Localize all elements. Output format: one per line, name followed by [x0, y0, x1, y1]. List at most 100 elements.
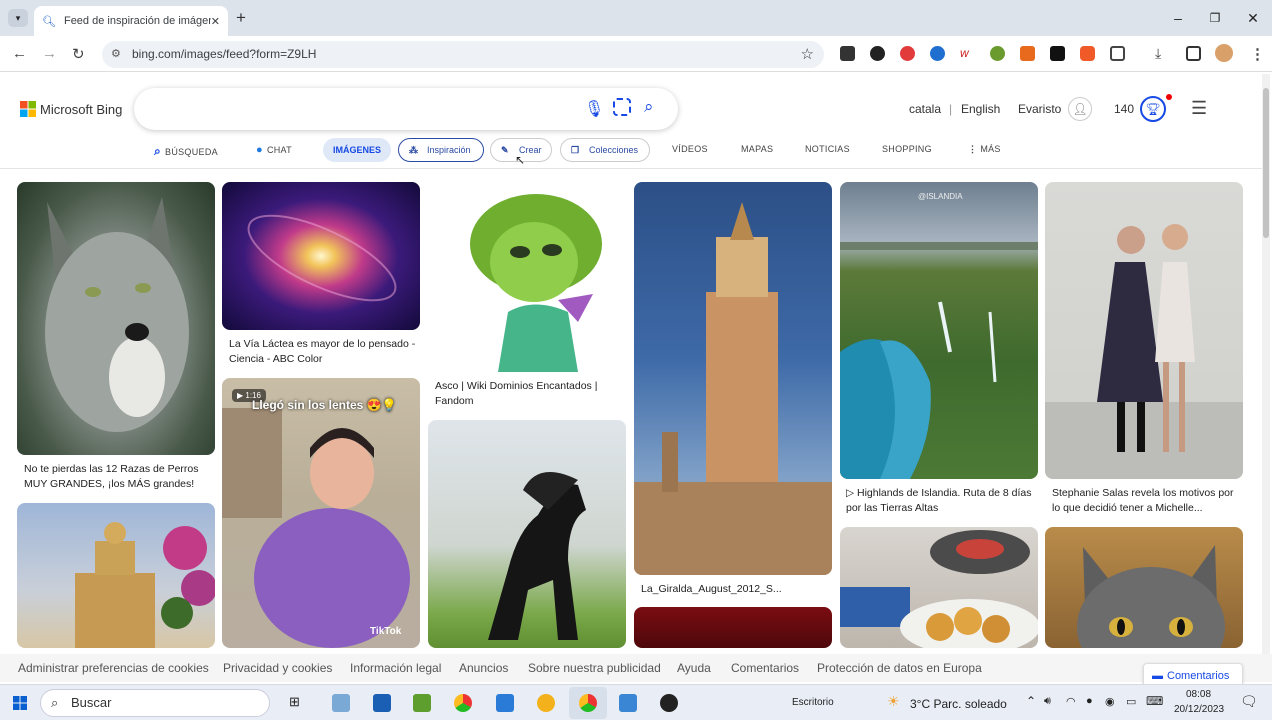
footer-link-data-protection[interactable]: Protección de datos en Europa: [817, 661, 982, 675]
menu-dots-icon[interactable]: ⋮: [1250, 45, 1265, 63]
nav-noticias[interactable]: NOTICIAS: [805, 144, 850, 154]
extension-w-icon[interactable]: w: [960, 46, 975, 61]
footer-link-ads[interactable]: Anuncios: [459, 661, 508, 675]
scrollbar-thumb[interactable]: [1263, 88, 1269, 238]
nav-mas[interactable]: ⋮ MÁS: [968, 144, 1001, 155]
address-bar[interactable]: ⚙ bing.com/images/feed?form=Z9LH ☆: [102, 41, 824, 68]
search-box[interactable]: 🎙︎ ⌕: [134, 88, 678, 130]
new-tab-button[interactable]: +: [236, 8, 246, 28]
footer-link-advertising[interactable]: Sobre nuestra publicidad: [528, 661, 661, 675]
image-card-red[interactable]: [634, 607, 832, 648]
image-card-galaxy[interactable]: [222, 182, 420, 330]
microphone-icon[interactable]: 🎙︎: [584, 99, 604, 119]
extensions-puzzle-icon[interactable]: [1110, 46, 1125, 61]
clock-time[interactable]: 08:08: [1186, 689, 1211, 700]
footer-link-help[interactable]: Ayuda: [677, 661, 711, 675]
downloads-icon[interactable]: ⤓: [1155, 45, 1161, 62]
volume-icon[interactable]: 🔊︎: [1044, 695, 1051, 708]
taskbar-search-box[interactable]: ⌕ Buscar: [40, 689, 270, 717]
image-card-horse[interactable]: [428, 420, 626, 648]
taskbar-app-store-icon[interactable]: [373, 694, 391, 712]
network-icon[interactable]: ◠: [1066, 695, 1076, 708]
language-catala-link[interactable]: catala: [909, 102, 941, 116]
tab-list-button[interactable]: ▾: [8, 9, 28, 27]
caption-galaxy[interactable]: La Vía Láctea es mayor de lo pensado - C…: [229, 337, 417, 367]
forward-icon[interactable]: →: [42, 45, 57, 62]
extension-leaf-icon[interactable]: [990, 46, 1005, 61]
reload-icon[interactable]: ↻: [72, 45, 85, 63]
windows-start-icon[interactable]: [13, 696, 27, 710]
search-input[interactable]: [154, 98, 574, 120]
back-icon[interactable]: ←: [12, 45, 27, 62]
profile-avatar[interactable]: [1215, 44, 1233, 62]
hamburger-menu-icon[interactable]: ☰: [1191, 98, 1207, 119]
nav-busqueda[interactable]: ⌕ BÚSQUEDA: [154, 144, 218, 159]
caption-iceland[interactable]: ▷ Highlands de Islandia. Ruta de 8 días …: [846, 486, 1034, 516]
task-view-icon[interactable]: ⊞: [289, 694, 307, 712]
extension-square-icon[interactable]: [1050, 46, 1065, 61]
app-tray-icon[interactable]: ◉: [1105, 695, 1115, 708]
image-card-stephanie[interactable]: [1045, 182, 1243, 479]
extension-circle-icon[interactable]: [870, 46, 885, 61]
bookmark-star-icon[interactable]: ☆: [801, 41, 814, 68]
pill-inspiracion[interactable]: ⁂ Inspiración: [398, 138, 484, 162]
rewards-points[interactable]: 140: [1114, 102, 1134, 116]
image-card-cat[interactable]: [1045, 527, 1243, 648]
minimize-button[interactable]: –: [1168, 8, 1188, 28]
nav-chat[interactable]: ● CHAT: [256, 144, 292, 156]
language-english-link[interactable]: English: [961, 102, 1000, 116]
visual-search-icon[interactable]: [613, 98, 631, 116]
image-card-iceland[interactable]: @ISLANDIA: [840, 182, 1038, 479]
footer-link-feedback[interactable]: Comentarios: [731, 661, 799, 675]
taskbar-app-notepad-icon[interactable]: [332, 694, 350, 712]
image-card-wolf[interactable]: [17, 182, 215, 455]
image-card-food[interactable]: [840, 527, 1038, 648]
image-card-torre-del-oro[interactable]: [17, 503, 215, 648]
search-icon[interactable]: ⌕: [644, 97, 654, 117]
extension-orange-icon[interactable]: [1020, 46, 1035, 61]
nav-mapas[interactable]: MAPAS: [741, 144, 773, 154]
desktop-toolbar-label[interactable]: Escritorio: [792, 697, 834, 708]
user-name[interactable]: Evaristo: [1018, 102, 1061, 116]
weather-text[interactable]: 3°C Parc. soleado: [910, 697, 1007, 711]
taskbar-chrome-icon[interactable]: [454, 694, 472, 712]
footer-link-privacy[interactable]: Privacidad y cookies: [223, 661, 332, 675]
caption-stephanie[interactable]: Stephanie Salas revela los motivos por l…: [1052, 486, 1240, 516]
nav-videos[interactable]: VÍDEOS: [672, 144, 708, 154]
restore-button[interactable]: ❐: [1205, 8, 1225, 28]
site-info-icon[interactable]: ⚙: [111, 41, 121, 68]
user-avatar-icon[interactable]: 👤︎: [1068, 97, 1092, 121]
footer-link-legal[interactable]: Información legal: [350, 661, 441, 675]
image-card-video-boy[interactable]: ▶ 1:16 Llegó sin los lentes 😍💡 TikTok: [222, 378, 420, 648]
notifications-icon[interactable]: 🗨︎: [1240, 693, 1258, 710]
side-panel-icon[interactable]: [1186, 46, 1201, 61]
clock-date[interactable]: 20/12/2023: [1174, 704, 1224, 715]
taskbar-app-photos-icon[interactable]: [619, 694, 637, 712]
taskbar-app-blue-icon[interactable]: [496, 694, 514, 712]
extension-record-icon[interactable]: [1080, 46, 1095, 61]
taskbar-active-chrome[interactable]: [569, 687, 607, 719]
rewards-trophy-icon[interactable]: 🏆︎: [1140, 96, 1166, 122]
footer-link-cookies-prefs[interactable]: Administrar preferencias de cookies: [18, 661, 209, 675]
battery-icon[interactable]: ▭: [1126, 695, 1136, 708]
taskbar-app-yellow-icon[interactable]: [537, 694, 555, 712]
tab-bing-images[interactable]: 🔍︎ Feed de inspiración de imágene ✕: [34, 6, 228, 36]
microphone-tray-icon[interactable]: ●: [1086, 695, 1093, 707]
pill-colecciones[interactable]: ❐ Colecciones: [560, 138, 650, 162]
caption-asco[interactable]: Asco | Wiki Dominios Encantados | Fandom: [435, 379, 623, 409]
extension-m-icon[interactable]: [840, 46, 855, 61]
taskbar-app-dark-icon[interactable]: [660, 694, 678, 712]
taskbar-app-green-icon[interactable]: [413, 694, 431, 712]
bing-logo[interactable]: Microsoft Bing: [20, 101, 122, 117]
close-tab-icon[interactable]: ✕: [211, 15, 220, 28]
caption-wolf[interactable]: No te pierdas las 12 Razas de Perros MUY…: [24, 462, 212, 492]
page-scrollbar[interactable]: [1262, 74, 1270, 654]
tray-chevron-icon[interactable]: ⌃: [1026, 694, 1036, 708]
caption-giralda[interactable]: La_Giralda_August_2012_S...: [641, 582, 829, 597]
keyboard-icon[interactable]: ⌨: [1146, 694, 1163, 708]
image-card-giralda[interactable]: [634, 182, 832, 575]
nav-shopping[interactable]: SHOPPING: [882, 144, 932, 154]
adblock-icon[interactable]: [900, 46, 915, 61]
close-window-button[interactable]: ✕: [1243, 8, 1263, 28]
image-card-asco[interactable]: [428, 182, 626, 372]
